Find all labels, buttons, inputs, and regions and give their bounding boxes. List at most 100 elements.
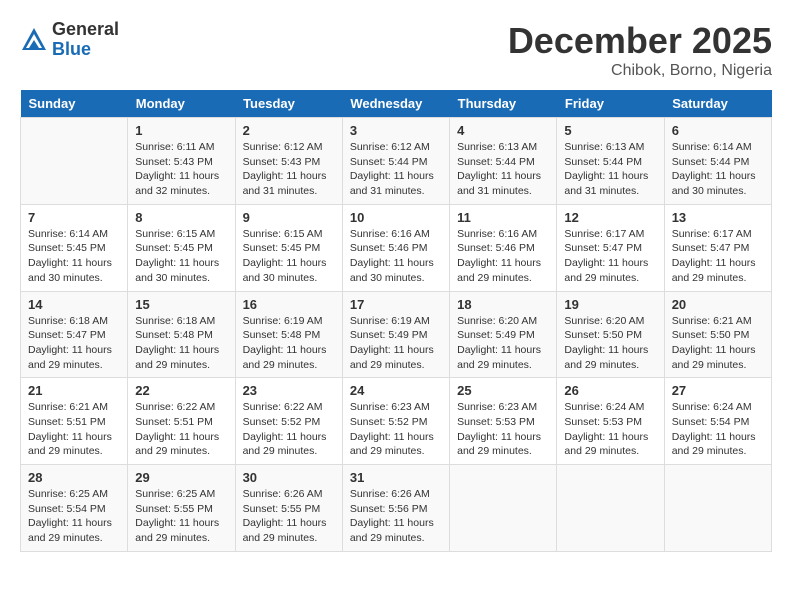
day-info: Sunrise: 6:22 AMSunset: 5:51 PMDaylight:…	[135, 400, 227, 459]
day-cell: 31 Sunrise: 6:26 AMSunset: 5:56 PMDayligh…	[342, 465, 449, 552]
day-number: 29	[135, 470, 227, 485]
week-row-2: 7 Sunrise: 6:14 AMSunset: 5:45 PMDaylight…	[21, 204, 772, 291]
day-info: Sunrise: 6:17 AMSunset: 5:47 PMDaylight:…	[672, 227, 764, 286]
week-row-4: 21Sunrise: 6:21 AMSunset: 5:51 PMDayligh…	[21, 378, 772, 465]
day-number: 13	[672, 210, 764, 225]
day-cell: 6 Sunrise: 6:14 AMSunset: 5:44 PMDaylight…	[664, 118, 771, 205]
day-info: Sunrise: 6:23 AMSunset: 5:53 PMDaylight:…	[457, 400, 549, 459]
day-info: Sunrise: 6:12 AMSunset: 5:43 PMDaylight:…	[243, 140, 335, 199]
day-number: 22	[135, 383, 227, 398]
calendar-header-row: SundayMondayTuesdayWednesdayThursdayFrid…	[21, 90, 772, 118]
day-cell: 8 Sunrise: 6:15 AMSunset: 5:45 PMDaylight…	[128, 204, 235, 291]
day-cell: 24 Sunrise: 6:23 AMSunset: 5:52 PMDayligh…	[342, 378, 449, 465]
day-cell: 10Sunrise: 6:16 AMSunset: 5:46 PMDayligh…	[342, 204, 449, 291]
day-info: Sunrise: 6:19 AMSunset: 5:48 PMDaylight:…	[243, 314, 335, 373]
day-number: 10	[350, 210, 442, 225]
day-cell: 3Sunrise: 6:12 AMSunset: 5:44 PMDaylight…	[342, 118, 449, 205]
day-info: Sunrise: 6:23 AMSunset: 5:52 PMDaylight:…	[350, 400, 442, 459]
day-cell	[450, 465, 557, 552]
day-number: 8	[135, 210, 227, 225]
day-info: Sunrise: 6:15 AMSunset: 5:45 PMDaylight:…	[243, 227, 335, 286]
day-number: 9	[243, 210, 335, 225]
day-info: Sunrise: 6:16 AMSunset: 5:46 PMDaylight:…	[457, 227, 549, 286]
logo-blue-text: Blue	[52, 40, 119, 60]
day-info: Sunrise: 6:24 AMSunset: 5:53 PMDaylight:…	[564, 400, 656, 459]
day-number: 4	[457, 123, 549, 138]
day-number: 24	[350, 383, 442, 398]
day-cell: 5 Sunrise: 6:13 AMSunset: 5:44 PMDaylight…	[557, 118, 664, 205]
day-number: 27	[672, 383, 764, 398]
day-cell: 29 Sunrise: 6:25 AMSunset: 5:55 PMDayligh…	[128, 465, 235, 552]
location: Chibok, Borno, Nigeria	[508, 62, 772, 80]
day-number: 1	[135, 123, 227, 138]
day-cell: 13 Sunrise: 6:17 AMSunset: 5:47 PMDayligh…	[664, 204, 771, 291]
day-number: 21	[28, 383, 120, 398]
header-sunday: Sunday	[21, 90, 128, 118]
day-info: Sunrise: 6:20 AMSunset: 5:50 PMDaylight:…	[564, 314, 656, 373]
day-number: 26	[564, 383, 656, 398]
day-cell: 18Sunrise: 6:20 AMSunset: 5:49 PMDayligh…	[450, 291, 557, 378]
day-cell: 27 Sunrise: 6:24 AMSunset: 5:54 PMDayligh…	[664, 378, 771, 465]
day-cell: 28Sunrise: 6:25 AMSunset: 5:54 PMDayligh…	[21, 465, 128, 552]
day-cell: 11 Sunrise: 6:16 AMSunset: 5:46 PMDayligh…	[450, 204, 557, 291]
day-cell: 20Sunrise: 6:21 AMSunset: 5:50 PMDayligh…	[664, 291, 771, 378]
day-info: Sunrise: 6:18 AMSunset: 5:47 PMDaylight:…	[28, 314, 120, 373]
day-info: Sunrise: 6:18 AMSunset: 5:48 PMDaylight:…	[135, 314, 227, 373]
day-cell: 17 Sunrise: 6:19 AMSunset: 5:49 PMDayligh…	[342, 291, 449, 378]
day-cell	[557, 465, 664, 552]
week-row-3: 14 Sunrise: 6:18 AMSunset: 5:47 PMDayligh…	[21, 291, 772, 378]
header-monday: Monday	[128, 90, 235, 118]
day-info: Sunrise: 6:24 AMSunset: 5:54 PMDaylight:…	[672, 400, 764, 459]
day-number: 5	[564, 123, 656, 138]
day-cell: 16Sunrise: 6:19 AMSunset: 5:48 PMDayligh…	[235, 291, 342, 378]
day-cell: 15 Sunrise: 6:18 AMSunset: 5:48 PMDayligh…	[128, 291, 235, 378]
header-friday: Friday	[557, 90, 664, 118]
day-info: Sunrise: 6:17 AMSunset: 5:47 PMDaylight:…	[564, 227, 656, 286]
day-cell: 9 Sunrise: 6:15 AMSunset: 5:45 PMDaylight…	[235, 204, 342, 291]
day-number: 25	[457, 383, 549, 398]
day-cell: 4Sunrise: 6:13 AMSunset: 5:44 PMDaylight…	[450, 118, 557, 205]
day-info: Sunrise: 6:11 AMSunset: 5:43 PMDaylight:…	[135, 140, 227, 199]
header-thursday: Thursday	[450, 90, 557, 118]
day-number: 6	[672, 123, 764, 138]
day-cell: 30Sunrise: 6:26 AMSunset: 5:55 PMDayligh…	[235, 465, 342, 552]
day-number: 2	[243, 123, 335, 138]
day-number: 7	[28, 210, 120, 225]
day-cell: 21Sunrise: 6:21 AMSunset: 5:51 PMDayligh…	[21, 378, 128, 465]
day-info: Sunrise: 6:21 AMSunset: 5:50 PMDaylight:…	[672, 314, 764, 373]
day-number: 31	[350, 470, 442, 485]
day-cell: 23Sunrise: 6:22 AMSunset: 5:52 PMDayligh…	[235, 378, 342, 465]
day-cell: 22 Sunrise: 6:22 AMSunset: 5:51 PMDayligh…	[128, 378, 235, 465]
calendar-table: SundayMondayTuesdayWednesdayThursdayFrid…	[20, 90, 772, 552]
day-info: Sunrise: 6:14 AMSunset: 5:44 PMDaylight:…	[672, 140, 764, 199]
title-block: December 2025 Chibok, Borno, Nigeria	[508, 20, 772, 80]
header-wednesday: Wednesday	[342, 90, 449, 118]
day-number: 17	[350, 297, 442, 312]
day-cell	[21, 118, 128, 205]
day-number: 14	[28, 297, 120, 312]
week-row-5: 28Sunrise: 6:25 AMSunset: 5:54 PMDayligh…	[21, 465, 772, 552]
day-number: 15	[135, 297, 227, 312]
day-number: 3	[350, 123, 442, 138]
day-info: Sunrise: 6:15 AMSunset: 5:45 PMDaylight:…	[135, 227, 227, 286]
day-cell: 1 Sunrise: 6:11 AMSunset: 5:43 PMDaylight…	[128, 118, 235, 205]
day-cell: 14 Sunrise: 6:18 AMSunset: 5:47 PMDayligh…	[21, 291, 128, 378]
day-cell	[664, 465, 771, 552]
day-cell: 2 Sunrise: 6:12 AMSunset: 5:43 PMDaylight…	[235, 118, 342, 205]
day-number: 11	[457, 210, 549, 225]
day-number: 18	[457, 297, 549, 312]
day-info: Sunrise: 6:14 AMSunset: 5:45 PMDaylight:…	[28, 227, 120, 286]
day-info: Sunrise: 6:26 AMSunset: 5:55 PMDaylight:…	[243, 487, 335, 546]
logo: General Blue	[20, 20, 119, 60]
logo-icon	[20, 26, 48, 54]
day-cell: 25 Sunrise: 6:23 AMSunset: 5:53 PMDayligh…	[450, 378, 557, 465]
day-info: Sunrise: 6:13 AMSunset: 5:44 PMDaylight:…	[564, 140, 656, 199]
day-cell: 26 Sunrise: 6:24 AMSunset: 5:53 PMDayligh…	[557, 378, 664, 465]
day-info: Sunrise: 6:26 AMSunset: 5:56 PMDaylight:…	[350, 487, 442, 546]
day-cell: 7 Sunrise: 6:14 AMSunset: 5:45 PMDaylight…	[21, 204, 128, 291]
header-saturday: Saturday	[664, 90, 771, 118]
day-cell: 19Sunrise: 6:20 AMSunset: 5:50 PMDayligh…	[557, 291, 664, 378]
logo-general-text: General	[52, 20, 119, 40]
day-info: Sunrise: 6:25 AMSunset: 5:55 PMDaylight:…	[135, 487, 227, 546]
day-info: Sunrise: 6:19 AMSunset: 5:49 PMDaylight:…	[350, 314, 442, 373]
